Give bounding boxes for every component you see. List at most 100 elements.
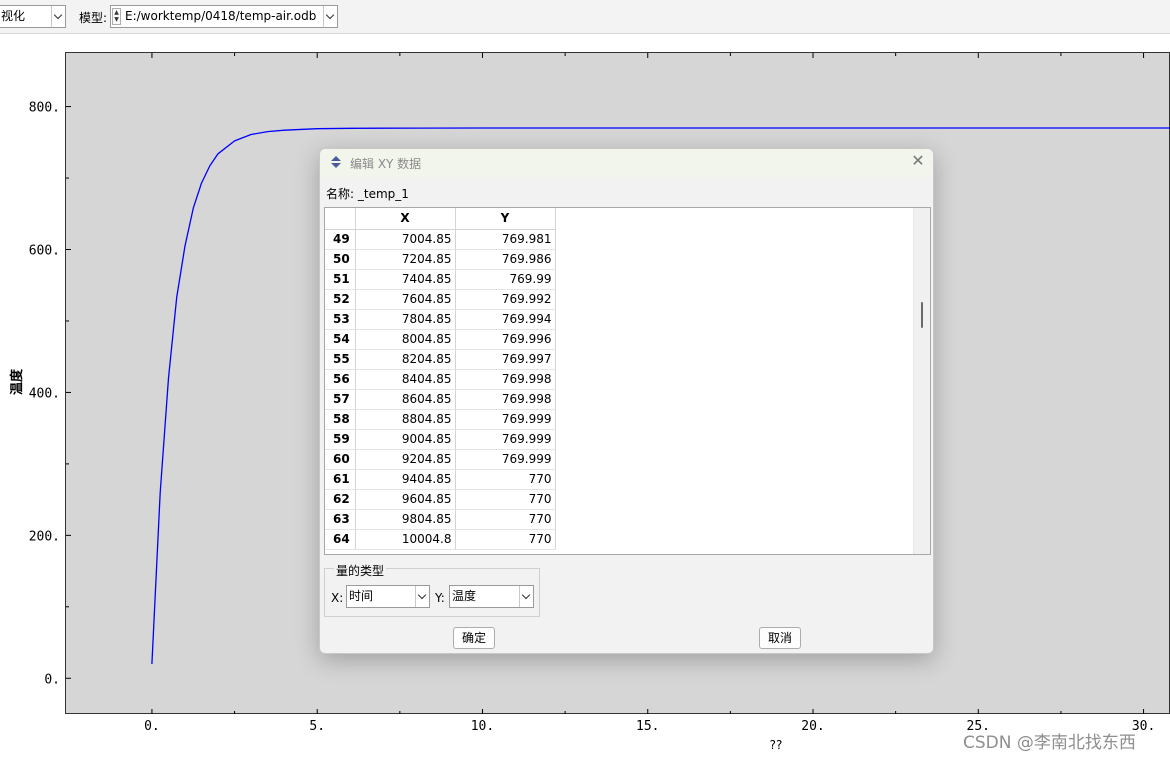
cell-y[interactable]: 769.998: [455, 369, 556, 390]
cell-y[interactable]: 770: [455, 489, 556, 510]
x-type-value: 时间: [349, 589, 374, 603]
row-number: 58: [325, 409, 356, 430]
table-row[interactable]: 58 8804.85 769.999: [325, 409, 556, 430]
y-type-label: Y:: [435, 591, 445, 605]
cell-x[interactable]: 8604.85: [355, 389, 456, 410]
cell-x[interactable]: 8804.85: [355, 409, 456, 430]
dialog-titlebar[interactable]: 编辑 XY 数据 ✕: [320, 149, 933, 177]
x-tick-label: 10.: [471, 719, 494, 734]
cell-x[interactable]: 10004.8: [355, 529, 456, 550]
cell-x[interactable]: 9604.85: [355, 489, 456, 510]
name-row: 名称: _temp_1: [326, 185, 409, 202]
cell-y[interactable]: 769.999: [455, 429, 556, 450]
xy-table: X Y 49 7004.85 769.981 50 7204.85 769.986 51 74…: [325, 208, 556, 550]
table-row[interactable]: 57 8604.85 769.998: [325, 389, 556, 410]
table-row[interactable]: 63 9804.85 770: [325, 509, 556, 530]
vertical-scrollbar[interactable]: [913, 208, 930, 554]
cell-y[interactable]: 770: [455, 469, 556, 490]
cell-x[interactable]: 8404.85: [355, 369, 456, 390]
cell-y[interactable]: 769.994: [455, 309, 556, 330]
cell-y[interactable]: 769.992: [455, 289, 556, 310]
y-type-value: 温度: [452, 589, 477, 603]
column-header-y[interactable]: Y: [455, 208, 556, 230]
cell-y[interactable]: 770: [455, 509, 556, 530]
cell-x[interactable]: 8204.85: [355, 349, 456, 370]
chevron-down-icon[interactable]: [323, 6, 337, 27]
chevron-down-icon[interactable]: [51, 6, 65, 27]
edit-xy-data-dialog: 编辑 XY 数据 ✕ 名称: _temp_1 X Y 49 7004.85 769.…: [319, 148, 934, 654]
table-row[interactable]: 59 9004.85 769.999: [325, 429, 556, 450]
table-row[interactable]: 52 7604.85 769.992: [325, 289, 556, 310]
table-row[interactable]: 53 7804.85 769.994: [325, 309, 556, 330]
y-axis-label: 温度: [9, 368, 25, 395]
table-row[interactable]: 61 9404.85 770: [325, 469, 556, 490]
cell-x[interactable]: 7604.85: [355, 289, 456, 310]
row-number: 54: [325, 329, 356, 350]
chevron-down-icon[interactable]: [415, 586, 429, 607]
table-row[interactable]: 49 7004.85 769.981: [325, 229, 556, 250]
close-icon[interactable]: ✕: [911, 153, 925, 169]
y-tick-label: 200.: [29, 529, 60, 544]
row-number: 51: [325, 269, 356, 290]
row-number: 62: [325, 489, 356, 510]
row-number: 52: [325, 289, 356, 310]
cell-y[interactable]: 769.998: [455, 389, 556, 410]
x-tick-label: 20.: [801, 719, 824, 734]
cell-y[interactable]: 769.996: [455, 329, 556, 350]
cell-y[interactable]: 769.981: [455, 229, 556, 250]
cell-x[interactable]: 9804.85: [355, 509, 456, 530]
cell-x[interactable]: 7204.85: [355, 249, 456, 270]
xy-data-table[interactable]: X Y 49 7004.85 769.981 50 7204.85 769.986 51 74…: [324, 207, 931, 555]
cell-x[interactable]: 7804.85: [355, 309, 456, 330]
cell-x[interactable]: 9004.85: [355, 429, 456, 450]
cell-y[interactable]: 769.999: [455, 449, 556, 470]
cell-x[interactable]: 8004.85: [355, 329, 456, 350]
cell-y[interactable]: 770: [455, 529, 556, 550]
y-tick-label: 0.: [44, 672, 60, 687]
x-type-label: X:: [331, 591, 344, 605]
cell-x[interactable]: 7404.85: [355, 269, 456, 290]
row-number: 56: [325, 369, 356, 390]
cell-x[interactable]: 9204.85: [355, 449, 456, 470]
x-tick-label: 15.: [636, 719, 659, 734]
column-header-x[interactable]: X: [355, 208, 456, 230]
cell-y[interactable]: 769.99: [455, 269, 556, 290]
cell-x[interactable]: 9404.85: [355, 469, 456, 490]
ok-button[interactable]: 确定: [453, 627, 495, 649]
y-type-select[interactable]: 温度: [449, 585, 534, 608]
cell-x[interactable]: 7004.85: [355, 229, 456, 250]
module-combo[interactable]: 视化: [0, 5, 66, 28]
y-tick-label: 800.: [29, 101, 60, 116]
x-type-select[interactable]: 时间: [346, 585, 430, 608]
row-number: 53: [325, 309, 356, 330]
row-number: 50: [325, 249, 356, 270]
table-row[interactable]: 50 7204.85 769.986: [325, 249, 556, 270]
table-row[interactable]: 54 8004.85 769.996: [325, 329, 556, 350]
row-number: 60: [325, 449, 356, 470]
name-value[interactable]: _temp_1: [358, 187, 409, 201]
row-number: 57: [325, 389, 356, 410]
table-row[interactable]: 55 8204.85 769.997: [325, 349, 556, 370]
chevron-down-icon[interactable]: [519, 586, 533, 607]
y-tick-label: 400.: [29, 386, 60, 401]
cell-y[interactable]: 769.999: [455, 409, 556, 430]
spin-updown-icon[interactable]: ▲ ▼: [112, 8, 121, 25]
cell-y[interactable]: 769.986: [455, 249, 556, 270]
y-tick-label: 600.: [29, 244, 60, 259]
table-row[interactable]: 56 8404.85 769.998: [325, 369, 556, 390]
table-row[interactable]: 51 7404.85 769.99: [325, 269, 556, 290]
dialog-title: 编辑 XY 数据: [350, 157, 422, 171]
cell-y[interactable]: 769.997: [455, 349, 556, 370]
scroll-thumb[interactable]: [921, 302, 923, 328]
model-combo[interactable]: ▲ ▼ E:/worktemp/0418/temp-air.odb: [110, 5, 338, 28]
watermark: CSDN @李南北找东西: [963, 733, 1136, 753]
table-row[interactable]: 64 10004.8 770: [325, 529, 556, 550]
x-tick-label: 0.: [144, 719, 160, 734]
name-label: 名称:: [326, 187, 355, 201]
row-number: 59: [325, 429, 356, 450]
table-row[interactable]: 62 9604.85 770: [325, 489, 556, 510]
table-row[interactable]: 60 9204.85 769.999: [325, 449, 556, 470]
row-number: 61: [325, 469, 356, 490]
cancel-button[interactable]: 取消: [759, 627, 801, 649]
x-axis-label: ??: [770, 738, 783, 752]
